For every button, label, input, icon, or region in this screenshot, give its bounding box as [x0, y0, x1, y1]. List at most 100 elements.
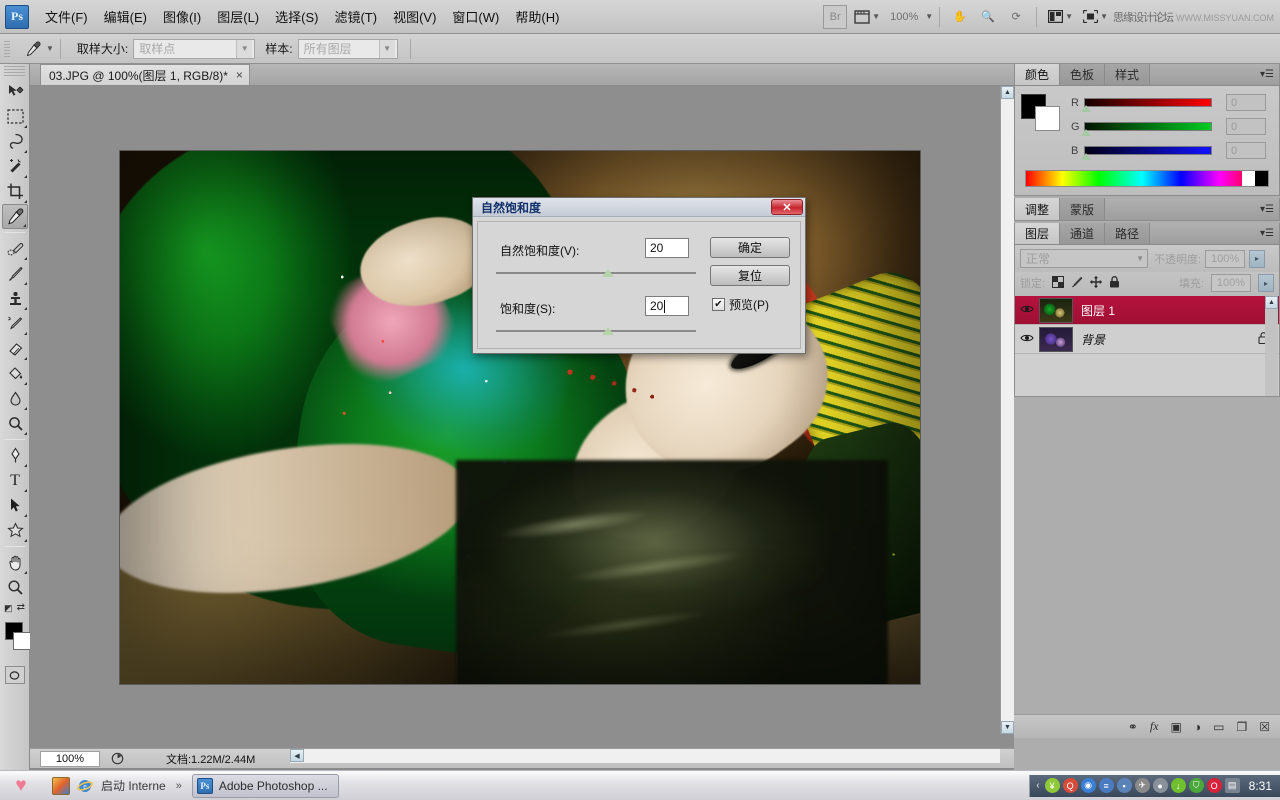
- preview-checkbox-row[interactable]: ✔ 预览(P): [712, 296, 769, 313]
- chevron-right-icon[interactable]: »: [176, 780, 182, 792]
- delete-layer-icon[interactable]: ☒: [1259, 720, 1270, 734]
- menu-layer[interactable]: 图层(L): [209, 4, 267, 29]
- layer-style-fx-icon[interactable]: fx: [1150, 719, 1159, 734]
- lock-all-icon[interactable]: [1109, 276, 1120, 291]
- layer-visibility-icon[interactable]: [1015, 304, 1039, 317]
- r-value-field[interactable]: 0: [1226, 94, 1266, 111]
- menu-help[interactable]: 帮助(H): [507, 4, 567, 29]
- options-bar-gripper[interactable]: [4, 41, 10, 57]
- canvas-horizontal-scrollbar[interactable]: ◀: [290, 748, 1000, 763]
- zoom-level-display[interactable]: 100%: [887, 5, 921, 29]
- toolbox-gripper[interactable]: [4, 66, 25, 76]
- layers-scrollbar[interactable]: ▲: [1265, 296, 1278, 396]
- tool-blur[interactable]: [2, 386, 28, 411]
- tray-browser-icon[interactable]: ◉: [1081, 778, 1096, 793]
- tool-lasso[interactable]: [2, 129, 28, 154]
- tool-preset-chevron-icon[interactable]: ▼: [46, 44, 54, 53]
- opacity-field[interactable]: 100%: [1205, 250, 1245, 268]
- menu-file[interactable]: 文件(F): [37, 4, 96, 29]
- blend-mode-select[interactable]: 正常 ▼: [1020, 249, 1148, 268]
- tray-rocket-icon[interactable]: ✈: [1135, 778, 1150, 793]
- vibrance-slider-thumb[interactable]: [602, 269, 614, 277]
- tray-shield-icon[interactable]: ⛉: [1189, 778, 1204, 793]
- fill-slider-button[interactable]: ▸: [1258, 274, 1274, 292]
- start-button[interactable]: ♥: [4, 773, 38, 799]
- default-colors-icon[interactable]: ◩: [4, 603, 13, 614]
- new-group-icon[interactable]: ▭: [1213, 720, 1224, 734]
- tool-hand[interactable]: [2, 550, 28, 575]
- tool-dodge[interactable]: [2, 411, 28, 436]
- layer-thumbnail[interactable]: [1039, 327, 1073, 352]
- tray-wireless-icon[interactable]: ▪: [1117, 778, 1132, 793]
- tool-zoom[interactable]: [2, 575, 28, 600]
- layer-row[interactable]: 背景: [1015, 325, 1279, 354]
- add-layer-mask-icon[interactable]: ▣: [1171, 720, 1182, 734]
- scroll-down-button[interactable]: ▼: [1001, 721, 1014, 734]
- ok-button[interactable]: 确定: [710, 237, 790, 258]
- layer-thumbnail[interactable]: [1039, 298, 1073, 323]
- spectrum-white-swatch[interactable]: [1242, 171, 1255, 186]
- tool-move[interactable]: [2, 79, 28, 104]
- tab-styles[interactable]: 样式: [1105, 64, 1150, 85]
- tray-expand-icon[interactable]: ‹: [1036, 780, 1039, 791]
- layer-visibility-icon[interactable]: [1015, 333, 1039, 346]
- menu-image[interactable]: 图像(I): [155, 4, 209, 29]
- scroll-up-button[interactable]: ▲: [1001, 86, 1014, 99]
- lock-position-icon[interactable]: [1090, 276, 1102, 291]
- spectrum-black-swatch[interactable]: [1255, 171, 1268, 186]
- preview-checkbox[interactable]: ✔: [712, 298, 725, 311]
- layer-name[interactable]: 图层 1: [1081, 302, 1115, 319]
- internet-explorer-icon[interactable]: e: [76, 777, 94, 795]
- new-adjustment-layer-icon[interactable]: ◑: [1194, 720, 1201, 734]
- panel-color-swatches[interactable]: [1021, 94, 1063, 132]
- canvas-vertical-scrollbar[interactable]: ▲ ▼: [1000, 86, 1014, 734]
- r-slider[interactable]: [1084, 97, 1212, 108]
- layer-name[interactable]: 背景: [1081, 331, 1105, 348]
- tab-adjustments[interactable]: 调整: [1015, 198, 1060, 220]
- clock[interactable]: 8:31: [1249, 779, 1272, 793]
- tool-magic-wand[interactable]: [2, 154, 28, 179]
- rotate-view-tool-button[interactable]: ⟳: [1004, 5, 1028, 29]
- saturation-slider-track[interactable]: [496, 330, 696, 332]
- menu-window[interactable]: 窗口(W): [444, 4, 507, 29]
- layer-row[interactable]: 图层 1: [1015, 296, 1279, 325]
- tool-type[interactable]: T: [2, 468, 28, 493]
- menu-edit[interactable]: 编辑(E): [96, 4, 155, 29]
- opacity-slider-button[interactable]: ▸: [1249, 250, 1265, 268]
- background-color-swatch[interactable]: [13, 632, 31, 650]
- sample-select[interactable]: 所有图层 ▼: [298, 39, 398, 59]
- quick-mask-toggle[interactable]: [5, 666, 25, 684]
- tool-eraser[interactable]: [2, 336, 28, 361]
- layers-panel-menu-button[interactable]: ▾☰: [1260, 223, 1279, 244]
- quick-launch-ie-label[interactable]: 启动 Interne: [101, 777, 166, 794]
- link-layers-icon[interactable]: ⚭: [1128, 720, 1138, 734]
- color-swatches[interactable]: [0, 620, 30, 660]
- tool-history-brush[interactable]: [2, 311, 28, 336]
- view-extras-button[interactable]: ▼: [851, 5, 883, 29]
- tool-eyedropper[interactable]: [2, 204, 28, 229]
- layers-scroll-up-button[interactable]: ▲: [1265, 296, 1278, 309]
- screen-mode-button[interactable]: ▼: [1080, 5, 1111, 29]
- zoom-tool-button[interactable]: 🔍: [976, 5, 1000, 29]
- tray-money-icon[interactable]: ¥: [1045, 778, 1060, 793]
- tool-brush[interactable]: [2, 261, 28, 286]
- tool-clone-stamp[interactable]: [2, 286, 28, 311]
- bridge-button[interactable]: Br: [823, 5, 847, 29]
- vibrance-input[interactable]: 20: [645, 238, 689, 258]
- status-timing-icon[interactable]: [108, 751, 126, 767]
- hand-tool-button[interactable]: ✋: [948, 5, 972, 29]
- saturation-slider-thumb[interactable]: [602, 327, 614, 335]
- g-value-field[interactable]: 0: [1226, 118, 1266, 135]
- tab-paths[interactable]: 路径: [1105, 223, 1150, 244]
- tray-opera-icon[interactable]: O: [1207, 778, 1222, 793]
- color-panel-menu-button[interactable]: ▾☰: [1260, 64, 1279, 85]
- tool-crop[interactable]: [2, 179, 28, 204]
- tab-swatches[interactable]: 色板: [1060, 64, 1105, 85]
- tray-battery-icon[interactable]: ▤: [1225, 778, 1240, 793]
- document-tab[interactable]: 03.JPG @ 100%(图层 1, RGB/8)* ×: [40, 64, 250, 85]
- menu-view[interactable]: 视图(V): [385, 4, 444, 29]
- reset-button[interactable]: 复位: [710, 265, 790, 286]
- image-gallery-icon[interactable]: [52, 777, 70, 795]
- zoom-percentage-field[interactable]: 100%: [40, 751, 100, 767]
- tray-qq-icon[interactable]: Q: [1063, 778, 1078, 793]
